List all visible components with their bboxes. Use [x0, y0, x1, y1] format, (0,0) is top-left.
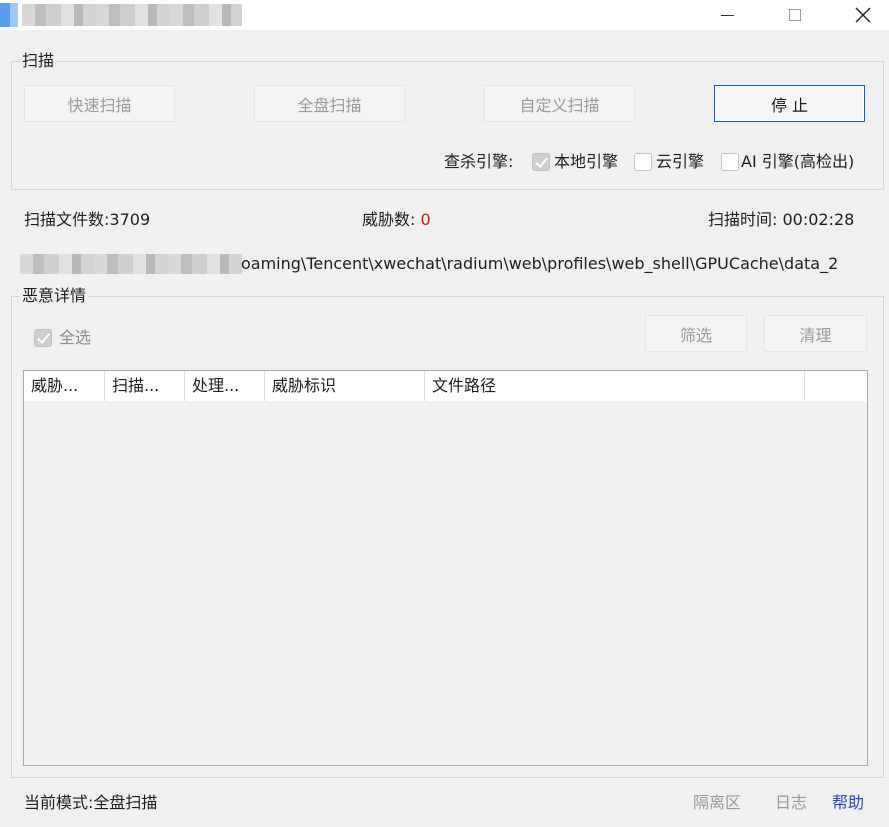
cloud-engine-label: 云引擎	[656, 152, 705, 171]
threat-table[interactable]: 威胁... 扫描... 处理... 威胁标识 文件路径	[23, 370, 868, 766]
close-icon	[855, 7, 870, 23]
column-scan-time[interactable]: 扫描...	[105, 371, 185, 401]
scanned-files-stat: 扫描文件数:3709	[24, 210, 150, 230]
column-threat-id[interactable]: 威胁标识	[265, 371, 425, 401]
column-filler	[805, 371, 867, 401]
close-button[interactable]	[836, 0, 889, 30]
log-link[interactable]: 日志	[775, 793, 807, 813]
scan-time-label: 扫描时间:	[708, 210, 778, 229]
local-engine-label: 本地引擎	[554, 152, 619, 171]
current-mode: 当前模式:全盘扫描	[24, 793, 158, 812]
maximize-icon	[789, 9, 801, 21]
scan-window: 扫描 快速扫描 全盘扫描 自定义扫描 停 止 查杀引擎: 本地引擎 云引擎 AI…	[0, 0, 889, 827]
help-link[interactable]: 帮助	[832, 793, 864, 813]
threat-count-label: 威胁数:	[362, 210, 416, 229]
column-file-path[interactable]: 文件路径	[425, 371, 805, 401]
scanned-files-label: 扫描文件数:	[24, 210, 110, 229]
details-group-title: 恶意详情	[20, 286, 89, 305]
scan-time-stat: 扫描时间: 00:02:28	[708, 210, 854, 230]
current-scan-path: oaming\Tencent\xwechat\radium\web\profil…	[241, 254, 839, 273]
cloud-engine-checkbox[interactable]	[634, 153, 652, 171]
select-all-checkbox[interactable]	[34, 329, 52, 347]
scanned-files-value: 3709	[109, 210, 151, 229]
quick-scan-button[interactable]: 快速扫描	[24, 85, 175, 122]
stop-button[interactable]: 停 止	[714, 85, 865, 122]
ai-engine-checkbox[interactable]	[721, 153, 739, 171]
maximize-button[interactable]	[765, 0, 825, 30]
app-icon	[0, 3, 18, 27]
threat-count-value: 0	[420, 210, 431, 229]
clean-button[interactable]: 清理	[764, 315, 867, 352]
local-engine-checkbox[interactable]	[532, 153, 550, 171]
engine-label: 查杀引擎:	[444, 152, 514, 171]
quarantine-link[interactable]: 隔离区	[693, 793, 741, 813]
table-header: 威胁... 扫描... 处理... 威胁标识 文件路径	[24, 371, 867, 401]
scan-group-title: 扫描	[20, 51, 57, 70]
current-path-obscured	[20, 254, 242, 274]
threat-count-stat: 威胁数: 0	[362, 210, 431, 230]
select-all-label: 全选	[59, 328, 92, 347]
column-action[interactable]: 处理...	[185, 371, 265, 401]
minimize-icon	[720, 14, 734, 16]
column-threat-name[interactable]: 威胁...	[24, 371, 105, 401]
minimize-button[interactable]	[697, 0, 757, 30]
title-bar	[0, 0, 889, 30]
custom-scan-button[interactable]: 自定义扫描	[484, 85, 635, 122]
window-title-obscured	[22, 4, 242, 26]
filter-button[interactable]: 筛选	[645, 315, 747, 352]
full-scan-button[interactable]: 全盘扫描	[254, 85, 405, 122]
ai-engine-label: AI 引擎(高检出)	[741, 152, 855, 171]
scan-time-value: 00:02:28	[782, 210, 855, 229]
